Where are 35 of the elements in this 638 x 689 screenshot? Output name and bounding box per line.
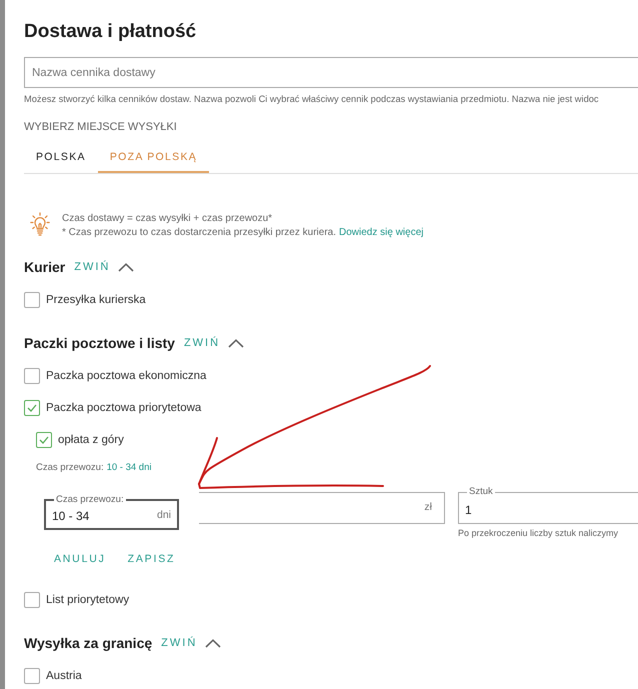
section-heading: Paczki pocztowe i listy <box>24 334 175 352</box>
learn-more-link[interactable]: Dowiedz się więcej <box>339 227 424 238</box>
checkbox[interactable] <box>24 668 40 684</box>
section-heading: Kurier <box>24 258 66 276</box>
price-list-name-field[interactable]: Nazwa cennika dostawy <box>24 57 638 88</box>
chevron-up-icon[interactable] <box>228 338 244 348</box>
checkbox-label[interactable]: Paczka pocztowa priorytetowa <box>46 401 202 415</box>
checkbox-label[interactable]: List priorytetowy <box>46 593 130 607</box>
quantity-field[interactable]: Sztuk 1 <box>458 486 638 524</box>
checkmark-icon <box>39 436 49 444</box>
checkbox[interactable] <box>24 592 40 608</box>
price-field[interactable]: zł <box>199 492 445 524</box>
transit-time-field[interactable]: Czas przewozu: 10 - 34 dni <box>44 494 179 530</box>
transit-time-value: 10 - 34 dni <box>106 462 152 473</box>
checkbox[interactable] <box>24 368 40 384</box>
lightbulb-icon <box>30 212 50 236</box>
section-heading: Wysyłka za granicę <box>24 634 152 652</box>
checkbox[interactable] <box>24 400 40 416</box>
chevron-up-icon[interactable] <box>205 638 222 648</box>
info-formula: Czas dostawy = czas wysyłki + czas przewozu* <box>62 212 274 226</box>
checkbox-label[interactable]: Paczka pocztowa ekonomiczna <box>46 369 206 383</box>
checkbox-label[interactable]: Przesyłka kurierska <box>46 293 146 307</box>
tab[interactable]: POLSKA <box>24 142 98 173</box>
checkbox-label[interactable]: Austria <box>46 669 82 683</box>
chevron-up-icon[interactable] <box>118 262 134 272</box>
checkbox-label[interactable]: opłata z góry <box>58 433 124 447</box>
section-label: WYBIERZ MIEJSCE WYSYŁKI <box>24 120 178 134</box>
transit-time-label: Czas przewozu: <box>36 462 104 473</box>
info-footnote: * Czas przewozu to czas dostarczenia przesyłki przez kuriera. Dowiedz się więcej <box>62 226 424 240</box>
field-hint: Możesz stworzyć kilka cenników dostaw. Nazwa pozwoli Ci wybrać właściwy cennik podczas wystawiania przedmiotu. Nazwa nie jest widoc <box>24 93 600 105</box>
page-title: Dostawa i płatność <box>24 20 198 44</box>
checkmark-icon <box>27 404 37 412</box>
checkbox[interactable] <box>36 432 52 448</box>
field-hint: Po przekroczeniu liczby sztuk naliczymy <box>458 527 620 539</box>
checkbox[interactable] <box>24 292 40 308</box>
